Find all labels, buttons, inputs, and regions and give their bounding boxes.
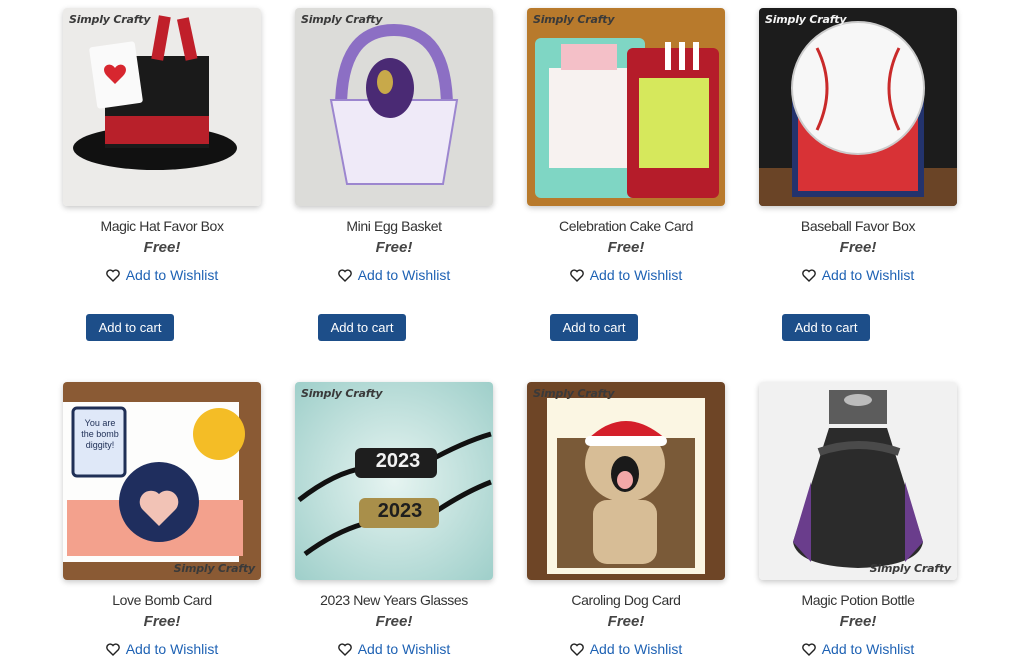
product-title[interactable]: Love Bomb Card (32, 592, 292, 608)
wishlist-label: Add to Wishlist (821, 267, 915, 283)
product-image[interactable]: 2023 2023 Simply Crafty (295, 382, 493, 580)
add-to-wishlist-link[interactable]: Add to Wishlist (728, 641, 988, 659)
brand-logo: Simply Crafty (533, 13, 615, 26)
heart-icon (801, 643, 816, 659)
brand-logo: Simply Crafty (301, 13, 383, 26)
heart-icon (105, 643, 120, 659)
heart-icon (105, 269, 120, 285)
wishlist-label: Add to Wishlist (357, 267, 451, 283)
heart-icon (337, 269, 352, 285)
product-image[interactable]: Simply Crafty (527, 382, 725, 580)
wishlist-label: Add to Wishlist (589, 641, 683, 657)
product-price: Free! (143, 613, 181, 630)
wishlist-label: Add to Wishlist (125, 267, 219, 283)
product-title[interactable]: Baseball Favor Box (728, 218, 988, 234)
wishlist-label: Add to Wishlist (125, 641, 219, 657)
add-to-wishlist-link[interactable]: Add to Wishlist (264, 267, 524, 285)
wishlist-label: Add to Wishlist (357, 641, 451, 657)
product-title[interactable]: Magic Potion Bottle (728, 592, 988, 608)
brand-logo: Simply Crafty (173, 562, 256, 575)
add-to-wishlist-link[interactable]: Add to Wishlist (496, 267, 756, 285)
product-price: Free! (143, 239, 181, 256)
glasses-number-bottom: 2023 (377, 500, 423, 522)
product-grid: Simply Crafty Magic Hat Favor Box Free! … (0, 0, 1024, 664)
brand-logo: Simply Crafty (869, 562, 952, 575)
glasses-number-top: 2023 (375, 450, 421, 472)
heart-icon (569, 643, 584, 659)
product-image[interactable]: Simply Crafty (63, 8, 261, 206)
brand-logo: Simply Crafty (69, 13, 151, 26)
add-to-cart-button[interactable]: Add to cart (550, 314, 638, 341)
add-to-cart-button[interactable]: Add to cart (782, 314, 870, 341)
card-message: You are the bomb diggity! (81, 418, 119, 450)
add-to-wishlist-link[interactable]: Add to Wishlist (264, 641, 524, 659)
product-image[interactable]: Simply Crafty (527, 8, 725, 206)
wishlist-label: Add to Wishlist (589, 267, 683, 283)
product-price: Free! (607, 239, 645, 256)
brand-logo: Simply Crafty (533, 387, 615, 400)
product-price: Free! (839, 239, 877, 256)
product-image[interactable]: Simply Crafty (759, 382, 957, 580)
product-price: Free! (839, 613, 877, 630)
product-image[interactable]: Simply Crafty (295, 8, 493, 206)
brand-logo: Simply Crafty (765, 13, 847, 26)
product-title[interactable]: Celebration Cake Card (496, 218, 756, 234)
heart-icon (337, 643, 352, 659)
add-to-cart-button[interactable]: Add to cart (86, 314, 174, 341)
add-to-wishlist-link[interactable]: Add to Wishlist (32, 641, 292, 659)
product-price: Free! (607, 613, 645, 630)
heart-icon (801, 269, 816, 285)
product-title[interactable]: Mini Egg Basket (264, 218, 524, 234)
product-image[interactable]: Simply Crafty (759, 8, 957, 206)
product-price: Free! (375, 613, 413, 630)
product-title[interactable]: 2023 New Years Glasses (264, 592, 524, 608)
product-image[interactable]: You are the bomb diggity! Simply Crafty (63, 382, 261, 580)
product-title[interactable]: Magic Hat Favor Box (32, 218, 292, 234)
product-title[interactable]: Caroling Dog Card (496, 592, 756, 608)
add-to-wishlist-link[interactable]: Add to Wishlist (32, 267, 292, 285)
product-price: Free! (375, 239, 413, 256)
add-to-wishlist-link[interactable]: Add to Wishlist (496, 641, 756, 659)
add-to-wishlist-link[interactable]: Add to Wishlist (728, 267, 988, 285)
brand-logo: Simply Crafty (301, 387, 383, 400)
wishlist-label: Add to Wishlist (821, 641, 915, 657)
add-to-cart-button[interactable]: Add to cart (318, 314, 406, 341)
heart-icon (569, 269, 584, 285)
